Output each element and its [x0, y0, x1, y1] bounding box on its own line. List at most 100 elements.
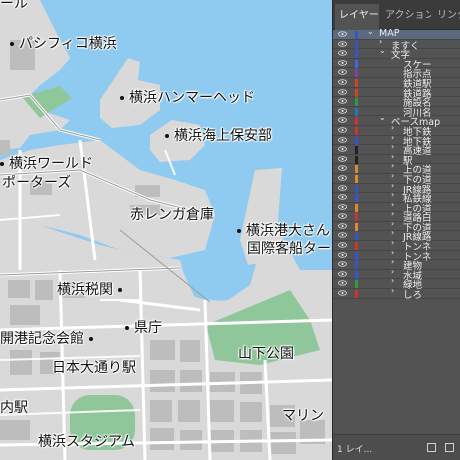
visibility-eye-icon[interactable] [338, 136, 347, 143]
poi-dot [125, 326, 129, 330]
map-label-coast-guard: 横浜海上保安部 [165, 128, 272, 145]
visibility-eye-icon[interactable] [338, 261, 347, 267]
collapsed-chevron-icon[interactable]: › [391, 123, 394, 132]
layer-color-swatch [355, 165, 358, 174]
new-layer-icon[interactable] [445, 443, 454, 452]
visibility-eye-icon[interactable] [338, 108, 347, 114]
layer-row[interactable]: › JR線路 [333, 228, 460, 243]
visibility-eye-icon[interactable] [338, 60, 347, 66]
layer-row[interactable]: › 建物 [333, 257, 460, 272]
collapsed-chevron-icon[interactable]: › [391, 209, 394, 218]
layer-row[interactable]: › トンネ [333, 248, 460, 263]
layer-row[interactable]: › 道路白 [333, 209, 460, 224]
visibility-eye-icon[interactable] [338, 117, 347, 123]
visibility-eye-icon[interactable] [338, 69, 347, 76]
visibility-eye-icon[interactable] [338, 252, 347, 258]
visibility-eye-icon[interactable] [338, 242, 347, 248]
layer-row[interactable]: 鉄道駅 [333, 78, 460, 90]
tab-actions[interactable]: アクション [381, 4, 431, 30]
export-icon[interactable] [427, 443, 436, 452]
layer-row[interactable]: › 水域 [333, 267, 460, 282]
layer-row[interactable]: › 下の道 [333, 219, 460, 234]
layer-row[interactable]: › JR線路 [333, 181, 460, 196]
map-label-kencho: 県庁 [125, 320, 162, 337]
map-label-hall: ール [0, 0, 28, 12]
layer-row[interactable]: › 下の道 [333, 171, 460, 186]
map-label-pacifico: パシフィコ横浜 [10, 36, 117, 53]
collapsed-chevron-icon[interactable]: › [391, 267, 394, 276]
layer-row[interactable]: › 地下鉄 [333, 133, 460, 148]
visibility-eye-icon[interactable] [338, 271, 347, 277]
layer-row[interactable]: › 上の道 [333, 161, 460, 176]
poi-dot [89, 337, 93, 341]
layer-row[interactable]: › 地下鉄 [333, 123, 460, 138]
map-label-world-porters-2: ポーターズ [2, 175, 72, 191]
layer-row[interactable]: 指示点 [333, 68, 460, 80]
layer-color-swatch [355, 50, 358, 59]
poi-dot [118, 288, 122, 292]
layer-row[interactable]: › 緑地 [333, 276, 460, 291]
visibility-eye-icon[interactable] [338, 213, 347, 219]
map-label-red-brick: 赤レンガ倉庫 [130, 207, 214, 223]
collapsed-chevron-icon[interactable]: › [391, 257, 394, 266]
map-label-station: 内駅 [0, 400, 28, 416]
collapsed-chevron-icon[interactable]: › [391, 200, 394, 209]
visibility-eye-icon[interactable] [338, 232, 347, 239]
collapsed-chevron-icon[interactable]: › [391, 133, 394, 142]
layer-row[interactable]: › 高速道 [333, 142, 460, 157]
visibility-eye-icon[interactable] [338, 88, 347, 95]
layer-row[interactable]: スケー [333, 59, 460, 71]
layer-row[interactable]: › しろ [333, 286, 460, 301]
collapsed-chevron-icon[interactable]: › [391, 248, 394, 257]
collapsed-chevron-icon[interactable]: › [391, 142, 394, 151]
visibility-eye-icon[interactable] [338, 50, 347, 56]
expand-chevron-icon[interactable]: ⌄ [379, 113, 386, 122]
visibility-eye-icon[interactable] [338, 184, 347, 191]
poi-dot [165, 134, 169, 138]
map-label-marine: マリン [282, 408, 324, 424]
visibility-eye-icon[interactable] [338, 204, 347, 210]
layer-color-swatch [355, 203, 358, 212]
layer-row[interactable]: › 駅 [333, 152, 460, 167]
visibility-eye-icon[interactable] [338, 280, 347, 287]
collapsed-chevron-icon[interactable]: › [391, 276, 394, 285]
collapsed-chevron-icon[interactable]: › [391, 228, 394, 237]
tab-links[interactable]: リンク [433, 4, 460, 30]
layer-row[interactable]: › 私鉄線 [333, 190, 460, 205]
visibility-eye-icon[interactable] [338, 40, 347, 47]
visibility-eye-icon[interactable] [338, 175, 347, 181]
layers-panel: レイヤー アクション リンク ⌄MAP›ますく⌄文字スケー指示点鉄道駅鉄道路施設… [332, 0, 460, 460]
expand-chevron-icon[interactable]: ⌄ [367, 27, 374, 36]
expand-chevron-icon[interactable]: ⌄ [379, 46, 386, 55]
visibility-eye-icon[interactable] [338, 165, 347, 171]
layer-row[interactable]: › トンネ [333, 238, 460, 253]
collapsed-chevron-icon[interactable]: › [391, 190, 394, 199]
collapsed-chevron-icon[interactable]: › [391, 161, 394, 170]
visibility-eye-icon[interactable] [338, 223, 347, 229]
layer-row[interactable]: › 上の道 [333, 200, 460, 215]
visibility-eye-icon[interactable] [338, 79, 347, 85]
collapsed-chevron-icon[interactable]: › [391, 152, 394, 161]
visibility-eye-icon[interactable] [338, 98, 347, 104]
layer-list: ⌄ MAP › ますく ⌄ 文字 スケー 指示点 鉄道駅 鉄道路 施設名 河川名 ⌄ ベースmap › 地下鉄… [333, 27, 460, 301]
layer-row[interactable]: 鉄道路 [333, 88, 460, 100]
layer-color-swatch [355, 290, 358, 299]
collapsed-chevron-icon[interactable]: › [391, 238, 394, 247]
visibility-eye-icon[interactable] [338, 290, 347, 296]
visibility-eye-icon[interactable] [338, 146, 347, 152]
layer-color-swatch [355, 88, 358, 97]
collapsed-chevron-icon[interactable]: › [391, 181, 394, 190]
layer-row[interactable]: ⌄ 文字 [333, 46, 460, 61]
collapsed-chevron-icon[interactable]: › [391, 219, 394, 228]
visibility-eye-icon[interactable] [338, 31, 347, 37]
map-canvas[interactable]: ール パシフィコ横浜 横浜ハンマーヘッド 横浜海上保安部 横浜ワールド ポーター… [0, 0, 332, 460]
visibility-eye-icon[interactable] [338, 194, 347, 200]
collapsed-chevron-icon[interactable]: › [391, 286, 394, 295]
collapsed-chevron-icon[interactable]: › [379, 37, 382, 46]
layer-row[interactable]: ⌄ ベースmap [333, 113, 460, 128]
layer-row[interactable]: 施設名 [333, 97, 460, 109]
visibility-eye-icon[interactable] [338, 156, 347, 162]
layer-color-swatch [355, 280, 358, 289]
collapsed-chevron-icon[interactable]: › [391, 171, 394, 180]
visibility-eye-icon[interactable] [338, 127, 347, 133]
